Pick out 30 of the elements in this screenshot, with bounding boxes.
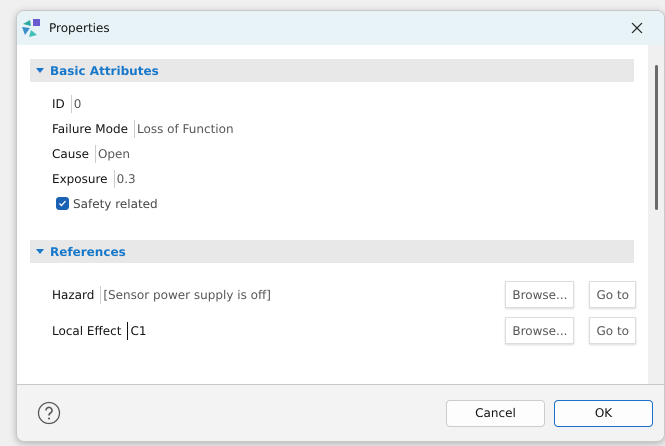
section-header[interactable]: Basic Attributes	[30, 59, 634, 82]
go-to-button[interactable]: Go to	[589, 281, 636, 308]
browse-button[interactable]: Browse...	[505, 281, 574, 308]
text-field[interactable]: Open	[94, 144, 398, 162]
help-icon[interactable]	[37, 401, 61, 425]
checkmark-icon	[58, 199, 67, 208]
field-label: Failure Mode	[52, 122, 128, 136]
checkbox[interactable]	[56, 197, 69, 210]
go-to-button[interactable]: Go to	[589, 317, 636, 344]
app-logo-icon	[21, 18, 43, 38]
text-field[interactable]: 0	[70, 94, 374, 112]
field-label: Exposure	[52, 172, 108, 186]
window-title: Properties	[49, 21, 111, 35]
checkbox-label: Safety related	[73, 196, 158, 210]
cancel-button[interactable]: Cancel	[446, 400, 545, 426]
field-label: Cause	[52, 146, 89, 160]
text-field[interactable]: 0.3	[114, 170, 417, 188]
browse-button[interactable]: Browse...	[505, 317, 574, 344]
field-label: ID	[52, 96, 65, 110]
caret-down-icon	[36, 248, 44, 254]
field-label: Hazard	[52, 288, 94, 302]
section-header[interactable]: References	[30, 240, 634, 263]
reference-field[interactable]: [Sensor power supply is off]	[100, 286, 354, 304]
reference-field[interactable]: C1	[127, 322, 380, 340]
field-label: Local Effect	[52, 324, 122, 338]
text-field[interactable]: Loss of Function	[134, 120, 437, 138]
caret-down-icon	[36, 68, 44, 74]
ok-button[interactable]: OK	[554, 400, 653, 426]
close-icon	[631, 22, 643, 34]
scrollbar[interactable]	[648, 45, 664, 384]
